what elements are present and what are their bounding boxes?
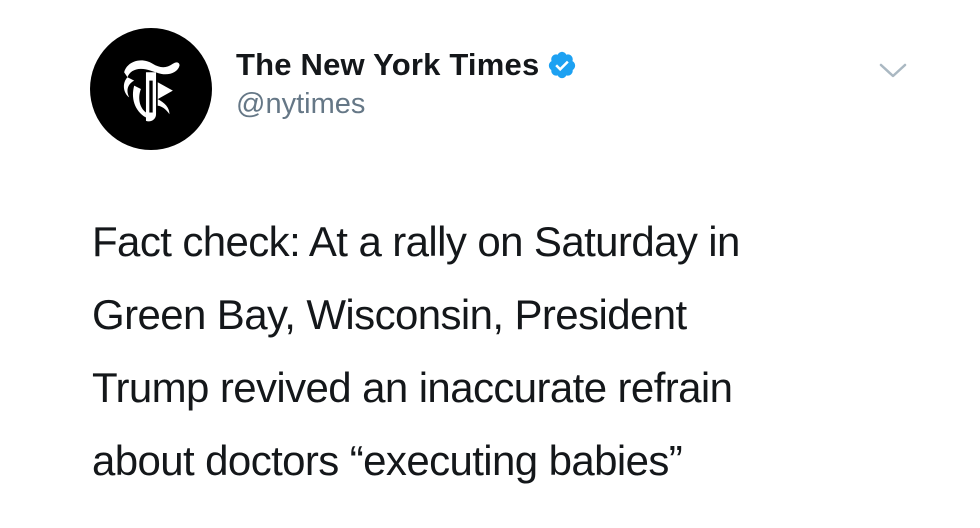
name-row: The New York Times (236, 44, 577, 86)
author-info: The New York Times @nytimes (236, 44, 577, 121)
nyt-t-logo-icon (123, 60, 180, 122)
chevron-down-icon[interactable] (876, 58, 910, 82)
tweet-card: The New York Times @nytimes Fact check: … (0, 0, 980, 528)
verified-badge-icon (549, 51, 576, 79)
tweet-text-line: about doctors “executing babies” (92, 437, 683, 484)
author-display-name[interactable]: The New York Times (236, 47, 539, 83)
tweet-text-line: Green Bay, Wisconsin, President (92, 291, 687, 338)
avatar[interactable] (90, 28, 212, 150)
tweet-text-line: Fact check: At a rally on Saturday in (92, 218, 740, 265)
author-handle[interactable]: @nytimes (236, 88, 577, 121)
tweet-text-line: Trump revived an inaccurate refrain (92, 364, 733, 411)
tweet-text: Fact check: At a rally on Saturday in Gr… (92, 205, 952, 497)
